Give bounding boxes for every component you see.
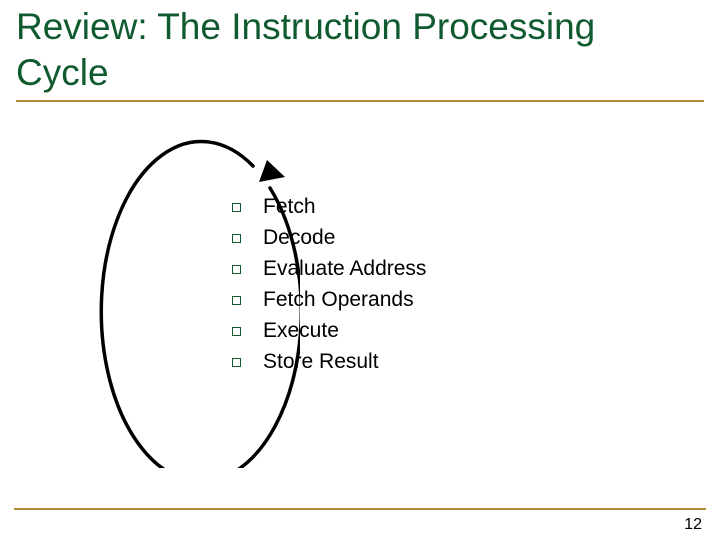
list-item-label: Decode — [263, 226, 335, 250]
bullet-icon — [232, 234, 241, 243]
list-item-label: Evaluate Address — [263, 257, 426, 281]
list-item: Store Result — [232, 350, 426, 374]
bullet-icon — [232, 358, 241, 367]
bullet-icon — [232, 265, 241, 274]
bullet-icon — [232, 296, 241, 305]
bullet-icon — [232, 203, 241, 212]
list-item-label: Execute — [263, 319, 339, 343]
list-item-label: Fetch — [263, 195, 316, 219]
page-title: Review: The Instruction Processing Cycle — [16, 4, 696, 97]
bullet-icon — [232, 327, 241, 336]
list-item: Execute — [232, 319, 426, 343]
page-number: 12 — [684, 516, 702, 534]
title-underline — [16, 100, 704, 102]
list-item-label: Store Result — [263, 350, 379, 374]
list-item-label: Fetch Operands — [263, 288, 414, 312]
footer-rule — [14, 508, 706, 510]
instruction-list: Fetch Decode Evaluate Address Fetch Oper… — [232, 195, 426, 381]
list-item: Decode — [232, 226, 426, 250]
list-item: Evaluate Address — [232, 257, 426, 281]
list-item: Fetch Operands — [232, 288, 426, 312]
list-item: Fetch — [232, 195, 426, 219]
